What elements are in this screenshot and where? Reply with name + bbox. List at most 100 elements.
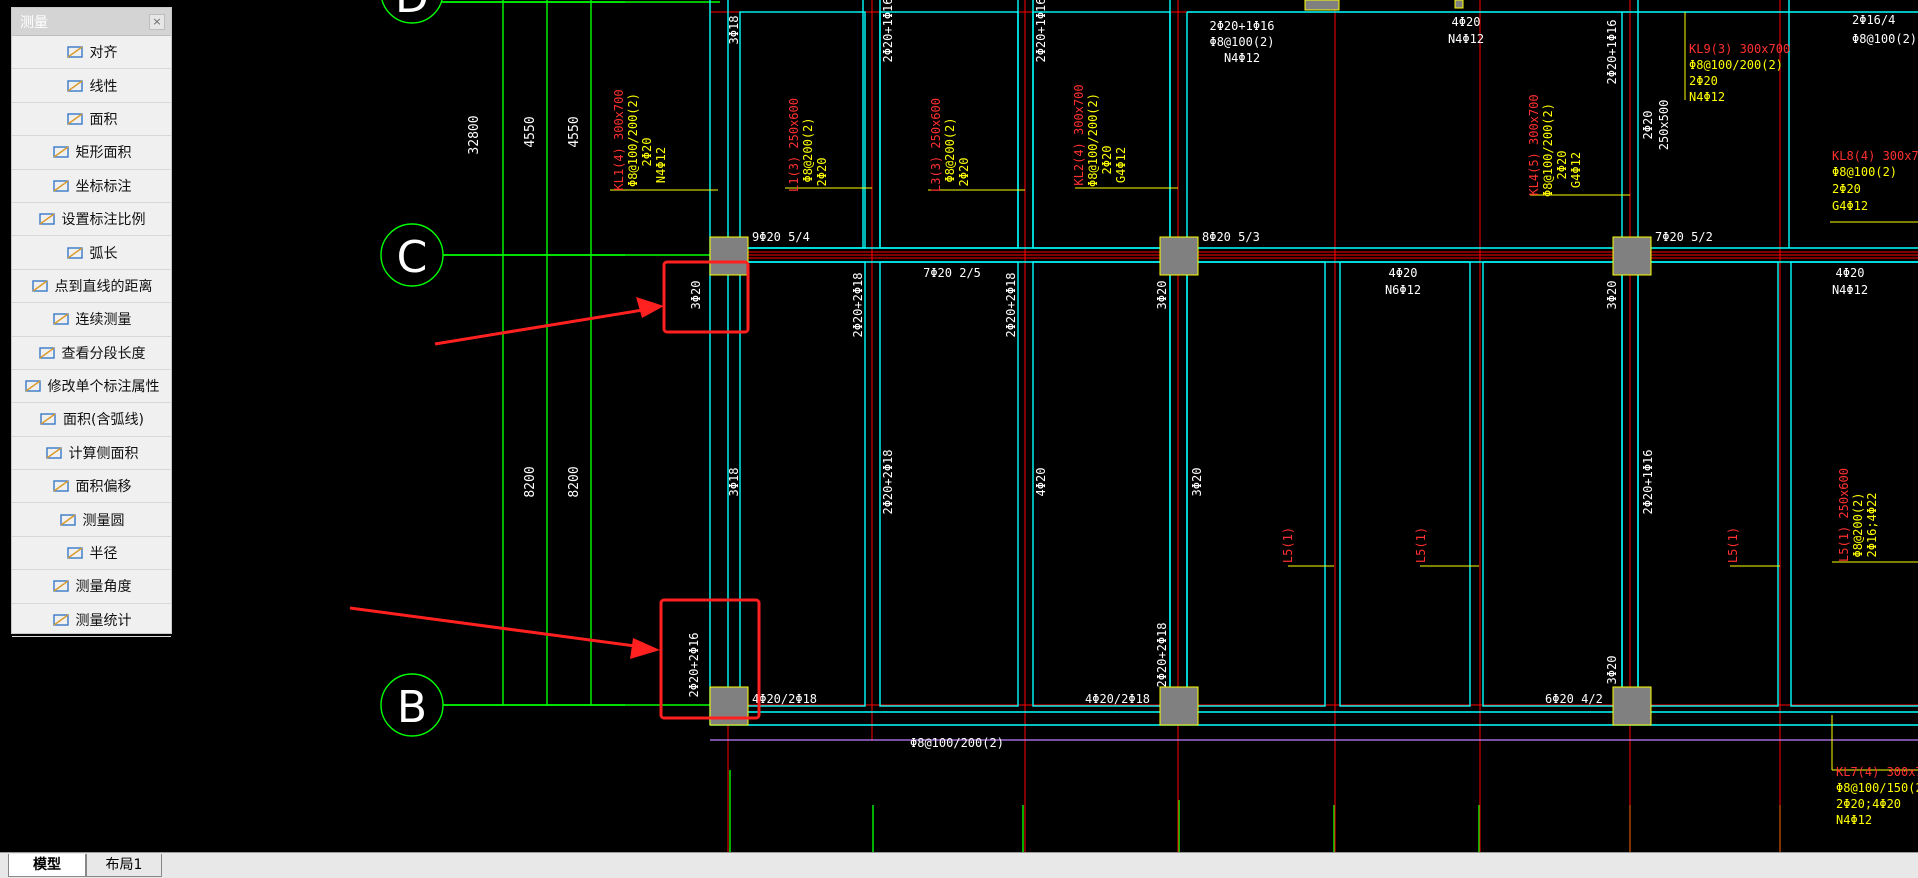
- rebar-l8: N4Φ12: [1448, 32, 1484, 46]
- beam-label-l12: 2Φ20: [1689, 74, 1718, 88]
- rebar-l14: 2Φ16/4: [1852, 13, 1895, 27]
- measure-tool-item[interactable]: 矩形面积: [12, 136, 171, 170]
- measure-tool-label: 线性: [89, 78, 118, 95]
- rebar-l4: 2Φ20+1Φ16: [1209, 19, 1274, 33]
- measure-tool-item[interactable]: 查看分段长度: [12, 337, 171, 370]
- axis-label-c: C: [397, 232, 428, 283]
- arrow-bottom-line: [349, 606, 651, 650]
- arc-area-icon: [39, 410, 57, 428]
- rebar-l2: 2Φ20+1Φ16: [881, 0, 895, 63]
- rebar-l56: 3Φ20: [1190, 468, 1204, 497]
- measure-tool-item[interactable]: 点到直线的距离: [12, 270, 171, 304]
- measure-tool-label: 弧长: [89, 245, 118, 262]
- rebar-l47: 3Φ20: [1155, 281, 1169, 310]
- close-icon[interactable]: ×: [149, 13, 165, 30]
- rebar-l44: 7Φ20 2/5: [923, 266, 981, 280]
- point-line-icon: [31, 277, 49, 295]
- beam-label-l27: 2Φ20: [957, 158, 971, 187]
- beam-label-l25: L3(3) 250x600: [929, 98, 943, 192]
- measure-tool-item[interactable]: 连续测量: [12, 303, 171, 337]
- measure-tool-label: 设置标注比例: [61, 212, 146, 229]
- measure-tool-item[interactable]: 弧长: [12, 236, 171, 270]
- measure-tool-item[interactable]: 坐标标注: [12, 170, 171, 203]
- measure-tool-item[interactable]: 修改单个标注属性: [12, 370, 171, 404]
- beam-label-l28: KL2(4) 300x700: [1072, 84, 1086, 185]
- measure-tool-label: 坐标标注: [75, 178, 132, 195]
- beam-label-l31: G4Φ12: [1114, 147, 1128, 183]
- rebar-l57: 2Φ20+1Φ16: [1641, 449, 1655, 514]
- area-icon: [66, 110, 84, 128]
- measure-tool-label: 计算侧面积: [68, 445, 139, 462]
- beam-label-l59: L5(1): [1414, 527, 1428, 563]
- statistics-icon: [52, 611, 70, 629]
- axis-label-b: B: [397, 682, 427, 733]
- measure-tool-label: 测量统计: [75, 612, 132, 629]
- rebar-l17: 250x500: [1657, 100, 1671, 151]
- beam-label-l61: L5(1) 250x600: [1837, 468, 1851, 562]
- arrow-bottom-head: [630, 638, 660, 659]
- dim-b1: 8200: [523, 466, 538, 497]
- beam-label-l58: L5(1): [1281, 527, 1295, 563]
- rebar-l69: 6Φ20 4/2: [1545, 692, 1603, 706]
- rebar-l64: 2Φ20+2Φ16: [687, 632, 701, 697]
- rebar-l45: 2Φ20+2Φ18: [851, 272, 865, 337]
- rebar-l67: 4Φ20/2Φ18: [1085, 692, 1150, 706]
- rebar-l42: 7Φ20 5/2: [1655, 230, 1713, 244]
- measure-tool-label: 连续测量: [75, 312, 132, 329]
- axis-bubbles: [380, 0, 444, 737]
- rebar-l15: Φ8@100(2): [1852, 32, 1917, 46]
- rebar-l40: 9Φ20 5/4: [752, 230, 810, 244]
- measure-tool-item[interactable]: 面积: [12, 103, 171, 137]
- measure-tool-label: 矩形面积: [75, 145, 132, 162]
- dim-total: 32800: [467, 115, 482, 154]
- beam-label-l73: 2Φ20;4Φ20: [1836, 797, 1901, 811]
- measure-tool-item[interactable]: 线性: [12, 69, 171, 103]
- beam-label-l11: Φ8@100/200(2): [1689, 58, 1783, 72]
- cad-drawing-canvas[interactable]: D C B: [0, 0, 1918, 852]
- columns: [709, 0, 1652, 726]
- measure-tool-label: 面积: [89, 111, 118, 128]
- align-measure-icon: [66, 43, 84, 61]
- edit-annotation-icon: [24, 377, 42, 395]
- measure-tool-item[interactable]: 计算侧面积: [12, 437, 171, 471]
- measure-tool-label: 修改单个标注属性: [47, 379, 160, 396]
- measure-tool-label: 测量角度: [75, 579, 132, 596]
- measure-tool-item[interactable]: 测量圆: [12, 503, 171, 537]
- arrow-top-line: [434, 306, 656, 346]
- coordinate-icon: [52, 177, 70, 195]
- measure-tool-item[interactable]: 测量统计: [12, 604, 171, 638]
- beam-outlines: [709, 0, 1918, 726]
- beam-label-l71: KL7(4) 300x7: [1836, 765, 1918, 779]
- tab-layout1[interactable]: 布局1: [86, 854, 162, 877]
- measure-tool-label: 点到直线的距离: [54, 278, 153, 295]
- measure-panel: 测量 × 对齐线性面积矩形面积坐标标注设置标注比例 弧长点到直线的距离 连续测量查看…: [11, 7, 172, 638]
- beam-label-l24: 2Φ20: [815, 158, 829, 187]
- measure-panel-title: 测量: [20, 14, 48, 31]
- measure-panel-header[interactable]: 测量 ×: [12, 8, 171, 36]
- rebar-l68: 3Φ20: [1605, 656, 1619, 685]
- tab-model[interactable]: 模型: [8, 854, 86, 877]
- measure-tool-list: 对齐线性面积矩形面积坐标标注设置标注比例 弧长点到直线的距离 连续测量查看分段长度修…: [12, 36, 171, 638]
- rect-area-icon: [52, 143, 70, 161]
- segment-length-icon: [38, 344, 56, 362]
- measure-tool-item[interactable]: 对齐: [12, 36, 171, 70]
- beam-label-l34: 2Φ20: [1555, 151, 1569, 180]
- measure-tool-item[interactable]: 测量角度: [12, 570, 171, 604]
- rebar-l66: 2Φ20+2Φ18: [1155, 622, 1169, 687]
- measure-tool-label: 测量圆: [82, 512, 125, 529]
- beam-label-l72: Φ8@100/150(2: [1836, 781, 1918, 795]
- rebar-l53: 3Φ18: [727, 468, 741, 497]
- measure-tool-item[interactable]: 设置标注比例: [12, 203, 171, 237]
- linear-measure-icon: [66, 77, 84, 95]
- rebar-l5: Φ8@100(2): [1209, 35, 1274, 49]
- rebar-l3: 2Φ20+1Φ16: [1034, 0, 1048, 63]
- measure-tool-item[interactable]: 面积(含弧线): [12, 403, 171, 437]
- measure-tool-item[interactable]: 半径: [12, 537, 171, 571]
- rebar-l48: 4Φ20: [1389, 266, 1418, 280]
- rebar-l50: 3Φ20: [1605, 281, 1619, 310]
- measure-tool-item[interactable]: 面积偏移: [12, 470, 171, 504]
- beam-label-l19: Φ8@100/200(2): [626, 93, 640, 187]
- beam-label-l30: 2Φ20: [1100, 146, 1114, 175]
- beam-label-l23: Φ8@200(2): [801, 117, 815, 182]
- beam-label-l63: 2Φ16;4Φ22: [1865, 492, 1879, 557]
